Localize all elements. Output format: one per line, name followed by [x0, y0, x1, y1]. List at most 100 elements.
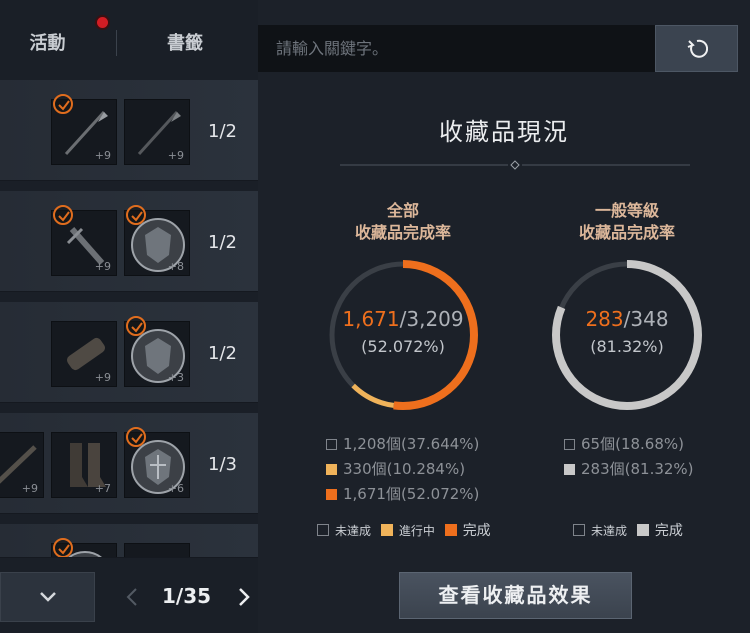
- item-slot[interactable]: +3: [124, 316, 190, 387]
- swatch-empty: [564, 439, 575, 450]
- item-slot[interactable]: +9: [124, 99, 190, 165]
- row-progress: 1/2: [208, 232, 237, 253]
- filter-dropdown-button[interactable]: [0, 572, 95, 622]
- completed-check-icon: [126, 205, 146, 225]
- tab-divider: [116, 30, 117, 56]
- page-indicator: 1/35: [162, 584, 212, 608]
- panel-title: 收藏品現況: [439, 118, 569, 146]
- enhance-level: +9: [94, 260, 111, 273]
- all-legend-list: 1,208個(37.644%) 330個(10.284%) 1,671個(52.…: [326, 432, 479, 507]
- key-label: 未達成: [335, 524, 372, 538]
- enhance-level: +7: [94, 482, 111, 495]
- legend-value: 1,671個(52.072%): [343, 485, 480, 503]
- swatch-empty: [317, 524, 329, 536]
- legend-value: 330個(10.284%): [343, 460, 466, 478]
- swatch-yellow: [380, 524, 393, 536]
- search-input[interactable]: [258, 25, 655, 72]
- enhance-level: +6: [167, 482, 184, 495]
- chevron-right-icon[interactable]: [238, 587, 250, 607]
- all-legend-key: 未達成 進行中 完成: [317, 520, 497, 540]
- legend-complete: 1,671個(52.072%): [326, 482, 479, 507]
- row-progress: 1/3: [208, 454, 237, 475]
- ring-center: 1,671/3,209 (52.072%): [323, 307, 483, 356]
- completed-count: 1,671: [342, 307, 400, 331]
- tab-bookmark[interactable]: 書籤: [120, 30, 250, 58]
- legend-in-progress: 330個(10.284%): [326, 457, 479, 482]
- tab-activity[interactable]: 活動: [0, 30, 95, 58]
- chevron-down-icon: [40, 592, 56, 602]
- legend-not-achieved: 65個(18.68%): [564, 432, 694, 457]
- all-completion-heading: 全部 收藏品完成率: [313, 200, 493, 244]
- completion-percent: (52.072%): [361, 337, 445, 356]
- heading-line: 收藏品完成率: [578, 223, 675, 242]
- refresh-icon: [687, 39, 708, 58]
- normal-completion-heading: 一般等級 收藏品完成率: [537, 200, 717, 244]
- swatch-empty: [573, 524, 585, 536]
- item-slot[interactable]: [51, 538, 117, 557]
- completion-count: 283/348: [585, 307, 668, 331]
- item-slot[interactable]: +9: [0, 432, 44, 498]
- view-collection-effect-button[interactable]: 查看收藏品效果: [399, 572, 632, 619]
- ring-center: 283/348 (81.32%): [547, 307, 707, 356]
- title-divider: [340, 160, 690, 170]
- swatch-orange: [326, 489, 337, 500]
- completed-check-icon: [126, 427, 146, 447]
- completed-check-icon: [53, 538, 73, 557]
- legend-value: 283個(81.32%): [581, 460, 694, 478]
- row-progress: 1/2: [208, 343, 237, 364]
- item-slot[interactable]: +7: [51, 432, 117, 498]
- key-label: 完成: [654, 523, 683, 539]
- item-slot[interactable]: +6: [124, 427, 190, 498]
- completed-check-icon: [126, 316, 146, 336]
- collection-list-panel: 活動 書籤 +9 +9 1/2 +9 +8 1/2 +9 +3 1/2 +9 +…: [0, 0, 258, 633]
- notification-dot: [97, 17, 108, 28]
- swatch-empty: [326, 439, 337, 450]
- collection-row[interactable]: +9 +7 +6 1/3: [0, 413, 258, 514]
- enhance-level: +8: [167, 260, 184, 273]
- item-slot[interactable]: +9: [51, 321, 117, 387]
- total-count: /3,209: [399, 307, 464, 331]
- enhance-level: +3: [167, 371, 184, 384]
- swatch-orange: [444, 524, 457, 536]
- all-completion-ring: 1,671/3,209 (52.072%): [323, 255, 483, 415]
- collection-row[interactable]: +9 +8 1/2: [0, 191, 258, 292]
- key-label: 進行中: [398, 524, 435, 538]
- legend-complete: 283個(81.32%): [564, 457, 694, 482]
- completion-count: 1,671/3,209: [342, 307, 463, 331]
- chevron-left-icon[interactable]: [126, 587, 138, 607]
- item-slot[interactable]: +8: [124, 205, 190, 276]
- collection-row[interactable]: +9 +3 1/2: [0, 302, 258, 403]
- enhance-level: +9: [167, 149, 184, 162]
- heading-line: 全部: [386, 201, 419, 220]
- row-progress: 1/2: [208, 121, 237, 142]
- completed-count: 283: [585, 307, 624, 331]
- swatch-yellow: [326, 464, 337, 475]
- swatch-gray: [636, 524, 649, 536]
- legend-value: 1,208個(37.644%): [343, 435, 480, 453]
- enhance-level: +9: [94, 149, 111, 162]
- enhance-level: +9: [94, 371, 111, 384]
- key-label: 完成: [462, 523, 491, 539]
- collection-row[interactable]: [0, 524, 258, 558]
- normal-completion-ring: 283/348 (81.32%): [547, 255, 707, 415]
- swatch-gray: [564, 464, 575, 475]
- tab-bar: 活動 書籤: [0, 0, 258, 80]
- total-count: /348: [623, 307, 669, 331]
- completed-check-icon: [53, 205, 73, 225]
- heading-line: 收藏品完成率: [354, 223, 451, 242]
- list-footer: 1/35: [0, 558, 258, 633]
- refresh-button[interactable]: [655, 25, 738, 72]
- item-slot[interactable]: +9: [51, 205, 117, 276]
- collection-row[interactable]: +9 +9 1/2: [0, 80, 258, 181]
- normal-legend-list: 65個(18.68%) 283個(81.32%): [564, 432, 694, 482]
- search-bar: [258, 25, 655, 72]
- normal-legend-key: 未達成 完成: [573, 520, 689, 540]
- completed-check-icon: [53, 94, 73, 114]
- item-slot[interactable]: +9: [51, 94, 117, 165]
- key-label: 未達成: [591, 524, 628, 538]
- item-slot[interactable]: [124, 543, 190, 557]
- heading-line: 一般等級: [594, 201, 659, 220]
- legend-value: 65個(18.68%): [581, 435, 684, 453]
- legend-not-achieved: 1,208個(37.644%): [326, 432, 479, 457]
- enhance-level: +9: [21, 482, 38, 495]
